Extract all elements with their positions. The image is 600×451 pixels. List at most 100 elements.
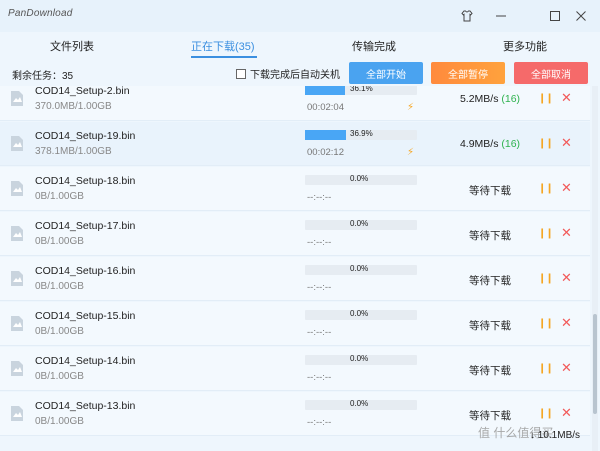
file-icon — [11, 271, 23, 286]
tab-more[interactable]: 更多功能 — [503, 38, 547, 54]
waiting-status: 等待下载 — [469, 275, 511, 287]
download-list: COD14_Setup-2.bin 370.0MB/1.00GB 36.1% 0… — [0, 86, 590, 451]
pause-icon[interactable]: ❙❙ — [538, 93, 554, 104]
file-name: COD14_Setup-13.bin — [35, 400, 136, 412]
skin-icon[interactable] — [456, 6, 478, 26]
file-name: COD14_Setup-16.bin — [35, 265, 136, 277]
pause-all-button[interactable]: 全部暂停 — [431, 62, 505, 84]
waiting-status: 等待下载 — [469, 185, 511, 197]
scrollbar[interactable] — [592, 86, 598, 451]
file-name: COD14_Setup-15.bin — [35, 310, 136, 322]
close-window-icon[interactable] — [570, 6, 592, 26]
total-speed: ↓ 10.1MB/s — [530, 430, 581, 441]
waiting-status: 等待下载 — [469, 230, 511, 242]
progress-percent: 0.0% — [350, 219, 369, 228]
progress-percent: 0.0% — [350, 174, 369, 183]
download-speed: 等待下载 — [430, 183, 550, 198]
delete-icon[interactable]: ✕ — [561, 135, 572, 151]
pause-icon[interactable]: ❙❙ — [538, 183, 554, 194]
total-speed-value: 10.1MB/s — [537, 430, 581, 441]
connection-count: (16) — [501, 93, 521, 105]
delete-icon[interactable]: ✕ — [561, 315, 572, 331]
file-name: COD14_Setup-14.bin — [35, 355, 136, 367]
download-row[interactable]: COD14_Setup-18.bin 0B/1.00GB 0.0% --:--:… — [0, 167, 590, 211]
download-row[interactable]: COD14_Setup-19.bin 378.1MB/1.00GB 36.9% … — [0, 122, 590, 166]
tab-file-list[interactable]: 文件列表 — [50, 38, 94, 54]
progress-percent: 0.0% — [350, 399, 369, 408]
minimize-icon[interactable] — [490, 6, 512, 26]
acceleration-icon: ⚡ — [407, 102, 415, 113]
start-all-button[interactable]: 全部开始 — [349, 62, 423, 84]
toolbar: 剩余任务：35 下载完成后自动关机 全部开始 全部暂停 全部取消 — [0, 60, 600, 86]
pause-icon[interactable]: ❙❙ — [538, 363, 554, 374]
delete-icon[interactable]: ✕ — [561, 180, 572, 196]
download-speed: 等待下载 — [430, 228, 550, 243]
progress-percent: 36.1% — [350, 86, 373, 93]
app-title: PanDownload — [8, 8, 73, 19]
elapsed-time: --:--:-- — [307, 192, 332, 203]
delete-icon[interactable]: ✕ — [561, 360, 572, 376]
delete-icon[interactable]: ✕ — [561, 90, 572, 106]
file-size: 370.0MB/1.00GB — [35, 101, 112, 112]
elapsed-time: --:--:-- — [307, 417, 332, 428]
progress-fill — [305, 86, 346, 95]
pause-icon[interactable]: ❙❙ — [538, 318, 554, 329]
file-size: 0B/1.00GB — [35, 281, 84, 292]
download-speed: 等待下载 — [430, 363, 550, 378]
download-row[interactable]: COD14_Setup-14.bin 0B/1.00GB 0.0% --:--:… — [0, 347, 590, 391]
download-speed: 5.2MB/s (16) — [430, 93, 550, 105]
download-row[interactable]: COD14_Setup-17.bin 0B/1.00GB 0.0% --:--:… — [0, 212, 590, 256]
file-size: 378.1MB/1.00GB — [35, 146, 112, 157]
download-speed: 等待下载 — [430, 273, 550, 288]
scrollbar-thumb[interactable] — [593, 314, 597, 414]
tab-completed[interactable]: 传输完成 — [352, 38, 396, 54]
elapsed-time: 00:02:04 — [307, 102, 344, 113]
progress-fill — [305, 130, 347, 140]
file-icon — [11, 181, 23, 196]
delete-icon[interactable]: ✕ — [561, 405, 572, 421]
file-name: COD14_Setup-2.bin — [35, 86, 130, 97]
file-icon — [11, 316, 23, 331]
file-icon — [11, 136, 23, 151]
delete-icon[interactable]: ✕ — [561, 225, 572, 241]
auto-shutdown-label: 下载完成后自动关机 — [250, 70, 340, 81]
auto-shutdown-option[interactable]: 下载完成后自动关机 — [236, 66, 340, 81]
progress-percent: 0.0% — [350, 354, 369, 363]
tab-downloading[interactable]: 正在下载(35) — [191, 38, 255, 54]
pause-icon[interactable]: ❙❙ — [538, 138, 554, 149]
file-size: 0B/1.00GB — [35, 371, 84, 382]
cancel-all-button[interactable]: 全部取消 — [514, 62, 588, 84]
file-size: 0B/1.00GB — [35, 326, 84, 337]
download-row[interactable]: COD14_Setup-16.bin 0B/1.00GB 0.0% --:--:… — [0, 257, 590, 301]
acceleration-icon: ⚡ — [407, 147, 415, 158]
remaining-tasks: 剩余任务：35 — [12, 71, 74, 82]
maximize-icon[interactable] — [544, 6, 566, 26]
active-tab-indicator — [191, 56, 257, 58]
file-icon — [11, 361, 23, 376]
connection-count: (16) — [501, 138, 521, 150]
download-row[interactable]: COD14_Setup-15.bin 0B/1.00GB 0.0% --:--:… — [0, 302, 590, 346]
waiting-status: 等待下载 — [469, 320, 511, 332]
pause-icon[interactable]: ❙❙ — [538, 408, 554, 419]
file-name: COD14_Setup-17.bin — [35, 220, 136, 232]
elapsed-time: --:--:-- — [307, 327, 332, 338]
download-speed: 4.9MB/s (16) — [430, 138, 550, 150]
progress-percent: 0.0% — [350, 309, 369, 318]
progress-percent: 36.9% — [350, 129, 373, 138]
pause-icon[interactable]: ❙❙ — [538, 273, 554, 284]
file-size: 0B/1.00GB — [35, 236, 84, 247]
pause-icon[interactable]: ❙❙ — [538, 228, 554, 239]
elapsed-time: --:--:-- — [307, 282, 332, 293]
waiting-status: 等待下载 — [469, 410, 511, 422]
delete-icon[interactable]: ✕ — [561, 270, 572, 286]
file-icon — [11, 406, 23, 421]
file-icon — [11, 91, 23, 106]
speed-value: 4.9MB/s — [459, 138, 502, 150]
speed-value: 5.2MB/s — [459, 93, 502, 105]
file-size: 0B/1.00GB — [35, 191, 84, 202]
download-row[interactable]: COD14_Setup-2.bin 370.0MB/1.00GB 36.1% 0… — [0, 86, 590, 121]
waiting-status: 等待下载 — [469, 365, 511, 377]
progress-percent: 0.0% — [350, 264, 369, 273]
auto-shutdown-checkbox[interactable] — [236, 68, 246, 79]
elapsed-time: 00:02:12 — [307, 147, 344, 158]
